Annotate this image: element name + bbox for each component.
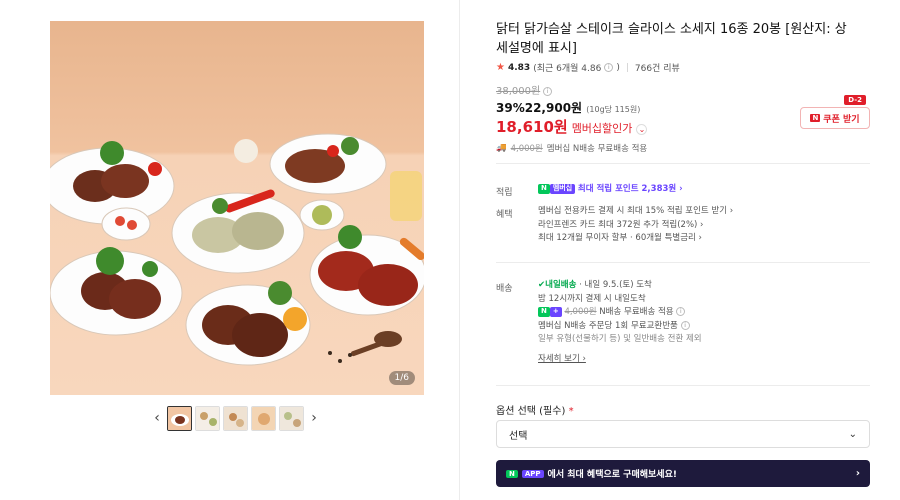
perk-item[interactable]: 라인프렌즈 카드 최대 372원 추가 적립(2%) › bbox=[538, 219, 733, 233]
info-icon[interactable]: i bbox=[604, 63, 614, 72]
sale-price-row: 39%22,900원 (10g당 115원) bbox=[496, 99, 640, 116]
thumbnail-3[interactable] bbox=[223, 405, 248, 431]
points-label: 적립 bbox=[496, 188, 513, 198]
divider bbox=[496, 163, 870, 164]
thumbnail-2[interactable] bbox=[195, 405, 220, 431]
member-price-label: 멤버십할인가 bbox=[571, 122, 633, 135]
delivery-original-fee: 4,000원 bbox=[564, 307, 597, 317]
points-row[interactable]: N 멤버십 최대 적립 포인트 2,383원 › bbox=[538, 183, 683, 197]
unit-price: (10g당 115원) bbox=[586, 105, 641, 114]
truck-icon: 🚚 bbox=[496, 143, 507, 153]
member-price: 18,610원 bbox=[496, 118, 568, 136]
sale-price: 22,900원 bbox=[524, 101, 583, 115]
thumb-next-arrow-icon[interactable]: › bbox=[307, 405, 321, 431]
option-select-value: 선택 bbox=[509, 430, 528, 442]
thumbnail-strip: ‹ › bbox=[150, 404, 326, 432]
shipping-note: 🚚 4,000원 멤버십 N배송 무료배송 적용 bbox=[496, 142, 647, 154]
chevron-down-icon[interactable]: ⌄ bbox=[636, 124, 648, 135]
food-photo-illustration bbox=[50, 21, 424, 395]
naver-n-icon: N bbox=[506, 469, 518, 478]
app-promo-banner[interactable]: N APP 에서 최대 혜택으로 구매해보세요! › bbox=[496, 460, 870, 487]
recent-rating-close: ) bbox=[616, 62, 620, 73]
delivery-info: ✔내일배송 · 내일 9.5.(토) 도착 밤 12시까지 결제 시 내일도착 … bbox=[538, 279, 702, 366]
free-shipping-text: N배송 무료배송 적용 bbox=[599, 307, 674, 317]
n-badge-icon: N bbox=[810, 114, 821, 122]
star-icon: ★ bbox=[496, 62, 505, 73]
option-label: 옵션 선택 (필수) * bbox=[496, 402, 574, 417]
dday-badge: D-2 bbox=[844, 95, 866, 105]
naver-pay-badge-icon: N bbox=[538, 183, 550, 194]
thumb-prev-arrow-icon[interactable]: ‹ bbox=[150, 405, 164, 431]
option-select[interactable]: 선택 ⌄ bbox=[496, 420, 870, 448]
perk-item[interactable]: 멤버십 전용카드 결제 시 최대 15% 적립 포인트 받기 › bbox=[538, 205, 733, 219]
original-price-row: 38,000원 i bbox=[496, 82, 553, 97]
membership-badge-icon: 멤버십 bbox=[549, 183, 576, 194]
thumbnail-4[interactable] bbox=[251, 405, 276, 431]
delivery-label: 배송 bbox=[496, 284, 513, 294]
option-label-text: 옵션 선택 (필수) bbox=[496, 406, 566, 417]
vertical-divider bbox=[459, 0, 460, 500]
info-icon[interactable]: i bbox=[676, 307, 686, 316]
required-mark: * bbox=[568, 406, 574, 417]
recent-rating: (최근 6개월 4.86 bbox=[533, 64, 602, 74]
original-price: 38,000원 bbox=[496, 86, 541, 97]
divider bbox=[496, 262, 870, 263]
member-price-row[interactable]: 18,610원 멤버십할인가 ⌄ bbox=[496, 116, 648, 137]
tomorrow-delivery-badge: ✔내일배송 bbox=[538, 280, 577, 290]
divider bbox=[496, 385, 870, 386]
shipping-note-text: 멤버십 N배송 무료배송 적용 bbox=[546, 144, 648, 154]
rating-row[interactable]: ★ 4.83 (최근 6개월 4.86 i) | 766건 리뷰 bbox=[496, 61, 680, 74]
price-info-icon[interactable]: i bbox=[543, 86, 553, 96]
exclude-text: 일부 유형(선물하기 등) 및 일반배송 전환 제외 bbox=[538, 334, 702, 344]
detail-link[interactable]: 자세히 보기 › bbox=[538, 353, 702, 367]
coupon-label: 쿠폰 받기 bbox=[823, 114, 860, 125]
banner-text: 에서 최대 혜택으로 구매해보세요! bbox=[547, 470, 677, 480]
app-badge-icon: APP bbox=[521, 469, 544, 478]
max-points-text: 최대 적립 포인트 2,383원 › bbox=[577, 184, 683, 194]
review-count[interactable]: 766건 리뷰 bbox=[635, 61, 680, 74]
coupon-button[interactable]: N 쿠폰 받기 bbox=[800, 107, 870, 129]
perks-label: 혜택 bbox=[496, 210, 513, 220]
discount-rate: 39% bbox=[496, 101, 525, 115]
product-info-panel: 닭터 닭가슴살 스테이크 슬라이스 소세지 16종 20봉 [원산지: 상세설명… bbox=[496, 0, 870, 500]
info-icon[interactable]: i bbox=[680, 320, 690, 330]
product-gallery: 1/6 ‹ › bbox=[0, 0, 460, 500]
product-title: 닭터 닭가슴살 스테이크 슬라이스 소세지 16종 20봉 [원산지: 상세설명… bbox=[496, 22, 847, 56]
rating-score: 4.83 bbox=[507, 62, 531, 73]
coupon-widget: D-2 N 쿠폰 받기 bbox=[800, 95, 870, 129]
main-product-photo[interactable]: 1/6 bbox=[50, 21, 424, 395]
cutoff-text: 밤 12시까지 결제 시 내일도착 bbox=[538, 293, 646, 304]
membership-badge-icon: + bbox=[549, 306, 562, 317]
thumbnail-1[interactable] bbox=[167, 405, 192, 431]
perk-item[interactable]: 최대 12개월 무이자 할부 · 60개월 특별금리 › bbox=[538, 232, 733, 246]
naver-pay-badge-icon: N bbox=[538, 306, 550, 317]
thumbnail-5[interactable] bbox=[279, 405, 304, 431]
arrival-date: · 내일 9.5.(토) 도착 bbox=[579, 280, 652, 290]
image-counter: 1/6 bbox=[388, 371, 415, 385]
chevron-down-icon: ⌄ bbox=[848, 428, 857, 440]
separator: | bbox=[625, 62, 629, 73]
perks-list: 멤버십 전용카드 결제 시 최대 15% 적립 포인트 받기 › 라인프렌즈 카… bbox=[538, 205, 733, 246]
shipping-original-fee: 4,000원 bbox=[510, 144, 543, 154]
chevron-right-icon: › bbox=[855, 468, 860, 479]
return-text: 멤버십 N배송 주문당 1회 무료교환반품 bbox=[538, 320, 678, 331]
